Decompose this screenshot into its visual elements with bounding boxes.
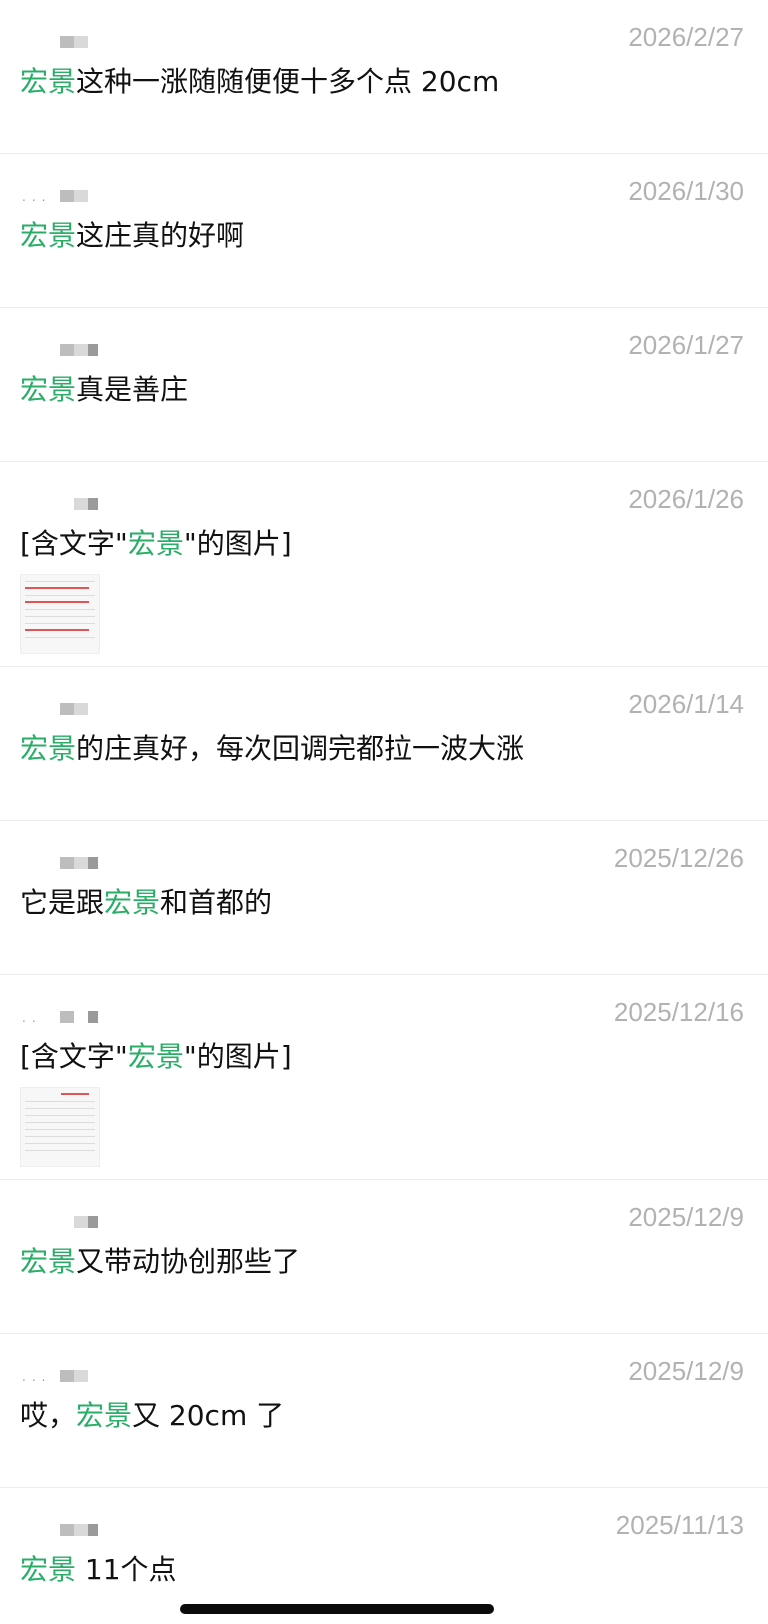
keyword-highlight: 宏景 [127, 527, 184, 560]
keyword-highlight: 宏景 [20, 1553, 77, 1586]
sender-name-redacted [22, 855, 112, 871]
image-thumbnail[interactable] [20, 1087, 100, 1167]
message-text: [含文字"宏景"的图片] [20, 527, 292, 560]
sender-name-redacted [22, 1522, 112, 1538]
message-text: 它是跟宏景和首都的 [20, 886, 273, 919]
message-date: 2026/1/26 [628, 484, 744, 514]
list-item[interactable]: 2025/12/26 它是跟宏景和首都的 [0, 821, 768, 975]
list-item[interactable]: 2026/1/26 [含文字"宏景"的图片] [0, 462, 768, 667]
message-text: 宏景的庄真好，每次回调完都拉一波大涨 [20, 732, 525, 765]
message-date: 2026/1/27 [628, 330, 744, 360]
message-text: [含文字"宏景"的图片] [20, 1040, 292, 1073]
list-item[interactable]: ... 2026/1/30 宏景这庄真的好啊 [0, 154, 768, 308]
message-date: 2026/1/14 [628, 689, 744, 719]
message-text: 宏景又带动协创那些了 [20, 1245, 301, 1278]
sender-name-redacted: ... [22, 1368, 112, 1384]
image-thumbnail[interactable] [20, 574, 100, 654]
message-date: 2025/12/16 [613, 997, 744, 1027]
list-item[interactable]: ... 2025/12/9 哎，宏景又 20cm 了 [0, 1334, 768, 1488]
sender-name-redacted: .. [22, 1009, 112, 1025]
list-item[interactable]: .. 2025/12/16 [含文字"宏景"的图片] [0, 975, 768, 1180]
message-date: 2025/12/9 [628, 1356, 744, 1386]
sender-name-redacted [22, 1214, 112, 1230]
keyword-highlight: 宏景 [104, 886, 161, 919]
list-item[interactable]: 2026/2/27 宏景这种一涨随随便便十多个点 20cm [0, 0, 768, 154]
sender-name-redacted [22, 496, 112, 512]
sender-name-redacted [22, 342, 112, 358]
keyword-highlight: 宏景 [20, 373, 77, 406]
list-item[interactable]: 2026/1/14 宏景的庄真好，每次回调完都拉一波大涨 [0, 667, 768, 821]
keyword-highlight: 宏景 [20, 732, 77, 765]
keyword-highlight: 宏景 [76, 1399, 133, 1432]
keyword-highlight: 宏景 [20, 65, 77, 98]
message-text: 宏景 11个点 [20, 1553, 177, 1586]
message-text: 宏景这种一涨随随便便十多个点 20cm [20, 65, 500, 98]
message-date: 2025/12/9 [628, 1202, 744, 1232]
keyword-highlight: 宏景 [127, 1040, 184, 1073]
message-text: 宏景真是善庄 [20, 373, 189, 406]
message-date: 2025/11/13 [615, 1510, 744, 1540]
message-text: 宏景这庄真的好啊 [20, 219, 245, 252]
message-date: 2026/1/30 [628, 176, 744, 206]
sender-name-redacted [22, 34, 112, 50]
keyword-highlight: 宏景 [20, 219, 77, 252]
list-item[interactable]: 2026/1/27 宏景真是善庄 [0, 308, 768, 462]
message-date: 2025/12/26 [613, 843, 744, 873]
home-indicator[interactable] [180, 1604, 494, 1614]
message-text: 哎，宏景又 20cm 了 [20, 1399, 285, 1432]
sender-name-redacted: ... [22, 188, 112, 204]
keyword-highlight: 宏景 [20, 1245, 77, 1278]
sender-name-redacted [22, 701, 112, 717]
search-results-list: 2026/2/27 宏景这种一涨随随便便十多个点 20cm ... 2026/1… [0, 0, 768, 1624]
list-item[interactable]: 2025/12/9 宏景又带动协创那些了 [0, 1180, 768, 1334]
message-date: 2026/2/27 [628, 22, 744, 52]
